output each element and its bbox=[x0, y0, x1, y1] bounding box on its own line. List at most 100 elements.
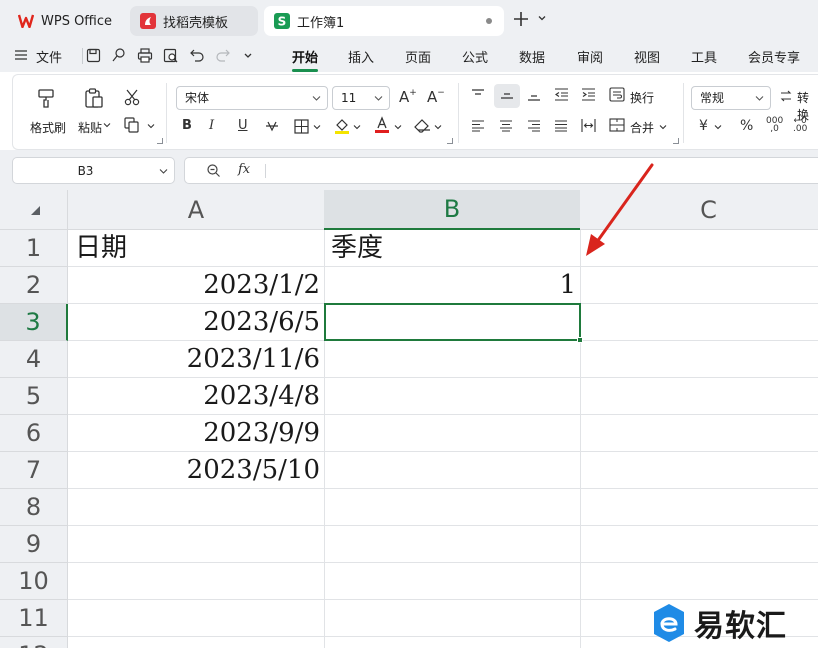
cell-a4[interactable]: 2023/11/6 bbox=[68, 341, 324, 378]
distributed-align-icon[interactable] bbox=[581, 118, 596, 133]
export-icon[interactable] bbox=[111, 48, 126, 63]
chevron-down-icon[interactable] bbox=[659, 123, 667, 131]
chevron-down-icon[interactable] bbox=[353, 123, 361, 131]
menu-review[interactable]: 审阅 bbox=[577, 47, 603, 66]
menu-data[interactable]: 数据 bbox=[519, 47, 545, 66]
increase-indent-icon[interactable] bbox=[581, 88, 596, 101]
decrease-indent-icon[interactable] bbox=[554, 88, 569, 101]
copy-icon[interactable] bbox=[124, 117, 142, 133]
row-header-selected[interactable]: 3 bbox=[0, 304, 68, 341]
merge-label[interactable]: 合并 bbox=[630, 119, 654, 136]
fx-function-icon[interactable]: fx bbox=[238, 162, 250, 177]
dialog-launcher-icon[interactable] bbox=[157, 138, 163, 144]
row-header[interactable]: 9 bbox=[0, 526, 68, 563]
chevron-down-icon[interactable] bbox=[243, 51, 253, 61]
tab-workbook[interactable]: S 工作簿1 bbox=[264, 6, 504, 36]
row-header[interactable]: 6 bbox=[0, 415, 68, 452]
chevron-down-icon[interactable] bbox=[159, 167, 168, 176]
number-format-select[interactable]: 常规 bbox=[691, 86, 771, 110]
fill-color-icon[interactable] bbox=[334, 117, 350, 135]
cell-b1[interactable]: 季度 bbox=[324, 230, 580, 267]
merge-cells-icon[interactable] bbox=[609, 118, 625, 132]
selected-cell-b3[interactable] bbox=[324, 303, 581, 341]
paste-label[interactable]: 粘贴 bbox=[78, 119, 102, 136]
font-color-icon[interactable] bbox=[374, 116, 390, 134]
font-name-select[interactable]: 宋体 bbox=[176, 86, 328, 110]
formula-input[interactable]: fx bbox=[184, 157, 818, 184]
wrap-text-label[interactable]: 换行 bbox=[630, 89, 654, 106]
font-size-select[interactable]: 11 bbox=[332, 86, 390, 110]
zoom-search-icon[interactable] bbox=[206, 163, 221, 178]
hamburger-menu-icon[interactable] bbox=[14, 48, 28, 62]
underline-button[interactable]: U bbox=[238, 118, 248, 133]
select-all-corner[interactable] bbox=[0, 190, 68, 230]
row-header[interactable]: 11 bbox=[0, 600, 68, 637]
row-header[interactable]: 2 bbox=[0, 267, 68, 304]
currency-icon[interactable]: ¥ bbox=[699, 118, 708, 134]
align-top-icon[interactable] bbox=[471, 89, 485, 101]
increase-font-icon[interactable]: A + bbox=[399, 88, 417, 106]
row-header[interactable]: 10 bbox=[0, 563, 68, 600]
bold-button[interactable]: B bbox=[182, 118, 192, 133]
new-tab-button[interactable] bbox=[512, 10, 530, 28]
row-header[interactable]: 5 bbox=[0, 378, 68, 415]
unsaved-dot-icon[interactable] bbox=[486, 18, 492, 24]
align-left-icon[interactable] bbox=[471, 120, 485, 132]
chevron-down-icon[interactable] bbox=[103, 121, 111, 129]
chevron-down-icon[interactable] bbox=[714, 123, 722, 131]
strikethrough-icon[interactable] bbox=[265, 119, 279, 133]
save-icon[interactable] bbox=[86, 48, 101, 63]
row-header[interactable]: 8 bbox=[0, 489, 68, 526]
menu-insert[interactable]: 插入 bbox=[348, 47, 374, 66]
chevron-down-icon[interactable] bbox=[394, 123, 402, 131]
cell-a1[interactable]: 日期 bbox=[68, 230, 324, 267]
format-painter-label[interactable]: 格式刷 bbox=[30, 119, 66, 136]
align-bottom-icon[interactable] bbox=[527, 89, 541, 101]
print-preview-icon[interactable] bbox=[163, 48, 179, 63]
fill-handle[interactable] bbox=[577, 337, 583, 343]
menu-tools[interactable]: 工具 bbox=[691, 47, 717, 66]
menu-formulas[interactable]: 公式 bbox=[462, 47, 488, 66]
menu-home[interactable]: 开始 bbox=[292, 47, 318, 66]
tab-docer-templates[interactable]: 找稻壳模板 bbox=[130, 6, 258, 36]
cell-b2[interactable]: 1 bbox=[324, 267, 580, 304]
cell-a2[interactable]: 2023/1/2 bbox=[68, 267, 324, 304]
spreadsheet-grid[interactable]: A B C 1 2 3 4 5 6 7 8 9 10 11 12 日期 季度 2… bbox=[0, 190, 818, 648]
borders-icon[interactable] bbox=[294, 119, 309, 134]
clear-format-icon[interactable] bbox=[414, 118, 431, 134]
cell-a6[interactable]: 2023/9/9 bbox=[68, 415, 324, 452]
name-box[interactable]: B3 bbox=[12, 157, 175, 184]
decrease-font-icon[interactable]: A − bbox=[427, 88, 445, 106]
thousands-separator-icon[interactable]: 000,0 bbox=[766, 117, 783, 134]
row-header[interactable]: 1 bbox=[0, 230, 68, 267]
convert-icon[interactable] bbox=[779, 89, 793, 103]
align-right-icon[interactable] bbox=[527, 120, 541, 132]
menu-file[interactable]: 文件 bbox=[36, 47, 62, 66]
cell-a7[interactable]: 2023/5/10 bbox=[68, 452, 324, 489]
row-header[interactable]: 12 bbox=[0, 637, 68, 648]
align-center-icon[interactable] bbox=[499, 120, 513, 132]
cell-a5[interactable]: 2023/4/8 bbox=[68, 378, 324, 415]
chevron-down-icon[interactable] bbox=[434, 123, 442, 131]
print-icon[interactable] bbox=[137, 48, 153, 63]
percent-button[interactable]: % bbox=[740, 118, 753, 134]
chevron-down-icon[interactable] bbox=[537, 13, 547, 23]
menu-view[interactable]: 视图 bbox=[634, 47, 660, 66]
dialog-launcher-icon[interactable] bbox=[673, 138, 679, 144]
column-header-b[interactable]: B bbox=[324, 190, 581, 230]
cut-icon[interactable] bbox=[123, 88, 141, 106]
chevron-down-icon[interactable] bbox=[313, 123, 321, 131]
menu-member[interactable]: 会员专享 bbox=[748, 47, 800, 66]
wrap-text-icon[interactable] bbox=[609, 87, 625, 102]
chevron-down-icon[interactable] bbox=[147, 122, 155, 130]
redo-icon[interactable] bbox=[216, 48, 230, 62]
undo-icon[interactable] bbox=[190, 48, 204, 62]
menu-page[interactable]: 页面 bbox=[405, 47, 431, 66]
cell-a3[interactable]: 2023/6/5 bbox=[68, 304, 324, 341]
justify-icon[interactable] bbox=[554, 120, 568, 132]
italic-button[interactable]: I bbox=[209, 118, 214, 133]
row-header[interactable]: 7 bbox=[0, 452, 68, 489]
align-middle-icon[interactable] bbox=[494, 84, 520, 108]
paste-icon[interactable] bbox=[83, 87, 105, 109]
dialog-launcher-icon[interactable] bbox=[447, 138, 453, 144]
